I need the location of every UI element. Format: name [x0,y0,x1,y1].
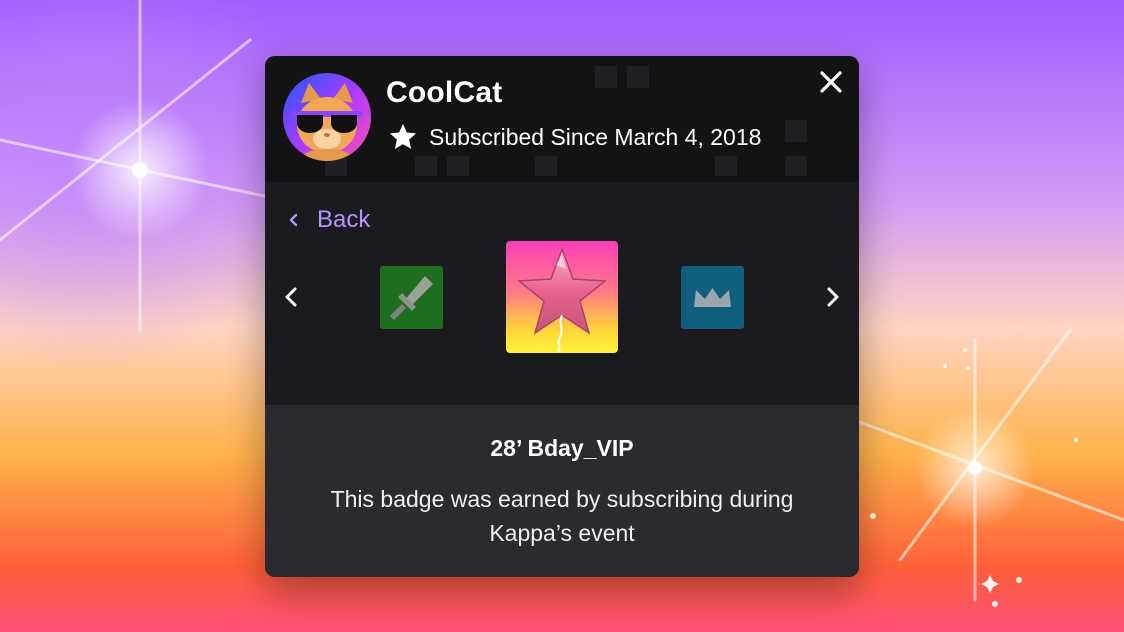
carousel-next-button[interactable] [815,279,851,315]
badge-description: This badge was earned by subscribing dur… [330,486,794,546]
back-label: Back [317,206,371,233]
crown-icon [694,288,731,307]
star-icon [389,123,417,149]
badge-star-balloon[interactable] [506,241,618,353]
cat-avatar-icon [291,83,363,161]
subscription-info: Subscribed Since March 4, 2018 [387,121,761,153]
sword-icon [390,276,433,320]
chevron-left-icon [289,213,298,227]
badge-info-panel: 28’ Bday_VIP This badge was earned by su… [265,405,859,577]
badge-name: 28’ Bday_VIP [490,435,634,461]
username: CoolCat [386,76,503,109]
profile-header: CoolCat Subscribed Since March 4, 2018 [265,56,859,182]
carousel-prev-button[interactable] [273,279,309,315]
star-balloon-icon [517,246,607,352]
badge-sword[interactable] [380,266,443,329]
badge-detail-card: CoolCat Subscribed Since March 4, 2018 B… [265,56,859,577]
close-icon [820,71,842,93]
badge-crown[interactable] [681,266,744,329]
subscription-text: Subscribed Since March 4, 2018 [429,123,762,150]
close-button[interactable] [813,64,849,100]
chevron-right-icon [827,287,839,307]
back-button[interactable]: Back [287,206,370,234]
chevron-left-icon [285,287,297,307]
avatar[interactable] [283,73,371,161]
